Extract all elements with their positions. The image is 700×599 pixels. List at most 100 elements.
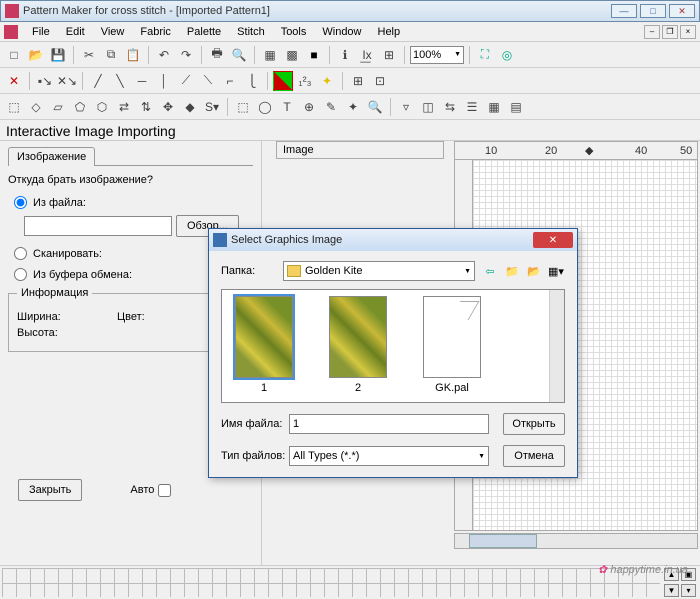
replace-icon[interactable]: ⇆: [440, 97, 460, 117]
grid-icon[interactable]: ▦: [260, 45, 280, 65]
line-icon[interactable]: │: [154, 71, 174, 91]
shape2-icon[interactable]: ⬠: [70, 97, 90, 117]
preview-icon[interactable]: 🔍: [229, 45, 249, 65]
flip-h-icon[interactable]: ⇄: [114, 97, 134, 117]
up-folder-icon[interactable]: 📁: [503, 262, 521, 280]
file-item-2[interactable]: 2: [322, 296, 394, 396]
file-item-pal[interactable]: GK.pal: [416, 296, 488, 396]
copy-icon[interactable]: ⧉: [101, 45, 121, 65]
file-path-input[interactable]: [24, 216, 172, 236]
ruler-icon[interactable]: ⊞: [379, 45, 399, 65]
paste-icon[interactable]: 📋: [123, 45, 143, 65]
solid-view-icon[interactable]: ■: [304, 45, 324, 65]
filename-input[interactable]: [289, 414, 489, 434]
pencil-icon[interactable]: ✎: [321, 97, 341, 117]
diag1-icon[interactable]: ⟋: [176, 71, 196, 91]
menu-file[interactable]: File: [24, 24, 58, 40]
rotate-icon[interactable]: ◆: [180, 97, 200, 117]
text-tool-icon[interactable]: I͟x: [357, 45, 377, 65]
cut-icon[interactable]: ✂: [79, 45, 99, 65]
dialog-titlebar[interactable]: Select Graphics Image ✕: [209, 229, 577, 251]
sel-rect-icon[interactable]: ⬚: [4, 97, 24, 117]
quarter-icon[interactable]: ╲: [110, 71, 130, 91]
filename-label: Имя файла:: [221, 418, 289, 430]
cancel-button[interactable]: Отмена: [503, 445, 565, 467]
open-button[interactable]: Открыть: [503, 413, 565, 435]
menu-palette[interactable]: Palette: [179, 24, 229, 40]
move-icon[interactable]: ✥: [158, 97, 178, 117]
marquee-icon[interactable]: ⬚: [233, 97, 253, 117]
eyedrop-icon[interactable]: ⊕: [299, 97, 319, 117]
menu-view[interactable]: View: [93, 24, 133, 40]
snap-icon[interactable]: ⊡: [370, 71, 390, 91]
sparkle-icon[interactable]: ✦: [317, 71, 337, 91]
horizontal-scrollbar[interactable]: [454, 533, 698, 549]
mdi-restore-button[interactable]: ❐: [662, 25, 678, 39]
maximize-button[interactable]: □: [640, 4, 666, 18]
menu-fabric[interactable]: Fabric: [132, 24, 179, 40]
back-icon[interactable]: ⇦: [481, 262, 499, 280]
color2-icon[interactable]: ₁²₃: [295, 71, 315, 91]
print-icon[interactable]: 🖶: [207, 45, 227, 65]
flood-icon[interactable]: ▿: [396, 97, 416, 117]
new-icon[interactable]: □: [4, 45, 24, 65]
close-panel-button[interactable]: Закрыть: [18, 479, 82, 501]
color1-icon[interactable]: [273, 71, 293, 91]
fit-icon[interactable]: ⛶: [475, 45, 495, 65]
mdi-close-button[interactable]: ×: [680, 25, 696, 39]
menu-stitch[interactable]: Stitch: [229, 24, 273, 40]
file-item-1[interactable]: 1: [228, 296, 300, 396]
menu-edit[interactable]: Edit: [58, 24, 93, 40]
menu-help[interactable]: Help: [370, 24, 409, 40]
minimize-button[interactable]: —: [611, 4, 637, 18]
erase-icon[interactable]: ◫: [418, 97, 438, 117]
menu-tools[interactable]: Tools: [273, 24, 315, 40]
pal-down-icon[interactable]: ▼: [664, 584, 679, 597]
tool-a-icon[interactable]: ▪↘: [35, 71, 55, 91]
full-stitch-icon[interactable]: ✕: [4, 71, 24, 91]
layers-icon[interactable]: ☰: [462, 97, 482, 117]
wand-icon[interactable]: ✦: [343, 97, 363, 117]
zoom-tool-icon[interactable]: 🔍: [365, 97, 385, 117]
tab-image[interactable]: Изображение: [8, 147, 95, 166]
shape1-icon[interactable]: ▱: [48, 97, 68, 117]
diag2-icon[interactable]: ⟍: [198, 71, 218, 91]
undo-icon[interactable]: ↶: [154, 45, 174, 65]
center-icon[interactable]: ◎: [497, 45, 517, 65]
mdi-minimize-button[interactable]: –: [644, 25, 660, 39]
palette-grid[interactable]: [2, 568, 660, 597]
palette-bar: ▲ ▣ ▼ ▾: [0, 565, 700, 599]
grid2-icon[interactable]: ▦: [484, 97, 504, 117]
lasso-icon[interactable]: ◯: [255, 97, 275, 117]
filelist-scrollbar[interactable]: [549, 290, 564, 402]
zoom-combo[interactable]: 100%▼: [410, 46, 464, 64]
file-list[interactable]: 1 2 GK.pal: [221, 289, 565, 403]
curve-icon[interactable]: ⎩: [242, 71, 262, 91]
filetype-combo[interactable]: All Types (*.*)▼: [289, 446, 489, 466]
back-stitch-icon[interactable]: ─: [132, 71, 152, 91]
half-stitch-icon[interactable]: ╱: [88, 71, 108, 91]
radio-from-file[interactable]: Из файла:: [14, 196, 253, 209]
open-icon[interactable]: 📂: [26, 45, 46, 65]
auto-checkbox[interactable]: Авто: [130, 484, 171, 497]
shape3-icon[interactable]: ⬡: [92, 97, 112, 117]
view-menu-icon[interactable]: ▦▾: [547, 262, 565, 280]
close-button[interactable]: ✕: [669, 4, 695, 18]
dialog-close-button[interactable]: ✕: [533, 232, 573, 248]
new-folder-icon[interactable]: 📂: [525, 262, 543, 280]
angle-icon[interactable]: ⌐: [220, 71, 240, 91]
grid-toggle-icon[interactable]: ⊞: [348, 71, 368, 91]
tool-b-icon[interactable]: ✕↘: [57, 71, 77, 91]
folder-combo[interactable]: Golden Kite▼: [283, 261, 475, 281]
stitch-view-icon[interactable]: ▩: [282, 45, 302, 65]
sel-free-icon[interactable]: ◇: [26, 97, 46, 117]
save-icon[interactable]: 💾: [48, 45, 68, 65]
menu-window[interactable]: Window: [314, 24, 369, 40]
info-icon[interactable]: ℹ: [335, 45, 355, 65]
notes-icon[interactable]: ▤: [506, 97, 526, 117]
s-tool-icon[interactable]: S▾: [202, 97, 222, 117]
redo-icon[interactable]: ↷: [176, 45, 196, 65]
pal-menu-icon[interactable]: ▾: [681, 584, 696, 597]
flip-v-icon[interactable]: ⇅: [136, 97, 156, 117]
text-icon[interactable]: T: [277, 97, 297, 117]
